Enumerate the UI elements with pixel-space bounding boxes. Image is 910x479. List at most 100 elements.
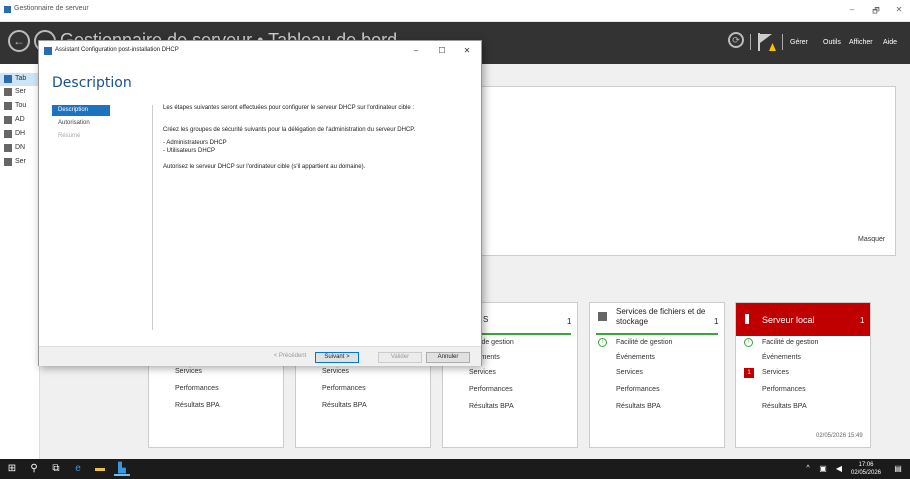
dialog-button-bar: < Précédent Suivant > Valider Annuler xyxy=(39,346,481,366)
notifications-icon[interactable]: ▤ xyxy=(890,462,906,476)
clock-time: 17:06 xyxy=(858,462,874,468)
sidebar-item-dhcp[interactable]: DH xyxy=(0,128,40,141)
tile-row[interactable]: Performances xyxy=(175,385,219,392)
tile-header: Serveur local 1 xyxy=(736,303,870,336)
menu-manage[interactable]: Gérer xyxy=(790,39,808,46)
window-title-bar: Gestionnaire de serveur – 🗗 ✕ xyxy=(0,0,910,22)
tile-count: 1 xyxy=(860,316,865,325)
tile-count: 1 xyxy=(567,317,572,326)
sidebar-item-label: Tou xyxy=(15,102,27,109)
file-explorer-icon[interactable]: ▬ xyxy=(92,462,108,476)
status-ok-icon: ↑ xyxy=(598,338,607,347)
minimize-button[interactable]: – xyxy=(846,5,858,14)
dialog-divider xyxy=(152,105,153,330)
body-line: Créez les groupes de sécurité suivants p… xyxy=(163,127,416,133)
servers-icon xyxy=(4,102,12,110)
dialog-title-bar: Assistant Configuration post-installatio… xyxy=(39,41,481,61)
dashboard-icon xyxy=(4,75,12,83)
ad-icon xyxy=(4,116,12,124)
task-view-icon[interactable]: ⧉ xyxy=(48,462,64,476)
tile-title: S xyxy=(483,315,489,324)
step-description[interactable]: Description xyxy=(52,105,110,116)
start-icon[interactable]: ⊞ xyxy=(4,462,20,476)
server-manager-icon xyxy=(4,6,11,13)
tile-row[interactable]: Services xyxy=(175,368,202,375)
tile-row[interactable]: Services xyxy=(469,369,496,376)
wizard-steps: Description Autorisation Résumé xyxy=(52,105,151,330)
dhcp-icon xyxy=(4,130,12,138)
tile-row[interactable]: Résultats BPA xyxy=(616,403,661,410)
menu-view[interactable]: Afficher xyxy=(849,39,873,46)
edge-icon[interactable]: e xyxy=(70,462,86,476)
welcome-panel xyxy=(480,86,896,256)
tile-row[interactable]: Services xyxy=(762,369,789,376)
server-icon xyxy=(4,88,12,96)
body-line: - Administrateurs DHCP xyxy=(163,140,227,146)
tile-title: Serveur local xyxy=(762,315,815,325)
tile-row[interactable]: Événements xyxy=(616,354,655,361)
file-services-icon xyxy=(598,312,607,321)
taskbar: ⊞ ⚲ ⧉ e ▬ ▙ ^ ▣ ◀ 17:06 02/05/2026 ▤ xyxy=(0,459,910,479)
server-manager-taskbar-icon[interactable]: ▙ xyxy=(114,462,130,476)
tile-row[interactable]: Performances xyxy=(469,386,513,393)
hide-welcome-link[interactable]: Masquer xyxy=(858,236,885,243)
status-ok-icon: ↑ xyxy=(744,338,753,347)
dialog-heading: Description xyxy=(52,75,132,91)
menu-tools[interactable]: Outils xyxy=(823,39,841,46)
sidebar-item-label: Ser xyxy=(15,158,26,165)
tile-row[interactable]: Performances xyxy=(762,386,806,393)
tile-title: Services de fichiers et de stockage xyxy=(616,307,706,326)
volume-icon[interactable]: ◀ xyxy=(831,462,847,476)
step-authorization[interactable]: Autorisation xyxy=(52,118,110,129)
tile-row[interactable]: Événements xyxy=(762,354,801,361)
tile-row[interactable]: Résultats BPA xyxy=(322,402,367,409)
system-clock[interactable]: 17:06 02/05/2026 xyxy=(850,461,882,477)
cancel-button[interactable]: Annuler xyxy=(426,352,470,363)
role-tile-local-server[interactable]: Serveur local 1 ↑ Facilité de gestion Év… xyxy=(735,302,871,448)
window-title: Gestionnaire de serveur xyxy=(14,5,89,12)
tile-row[interactable]: Performances xyxy=(322,385,366,392)
refresh-button[interactable]: ⟳ xyxy=(728,32,744,48)
menu-help[interactable]: Aide xyxy=(883,39,897,46)
close-button[interactable]: ✕ xyxy=(893,5,905,14)
back-button[interactable]: ← xyxy=(8,30,30,52)
sidebar-item-local-server[interactable]: Ser xyxy=(0,86,40,99)
dialog-close-button[interactable]: ✕ xyxy=(461,46,473,55)
clock-date: 02/05/2026 xyxy=(850,470,882,476)
tile-row[interactable]: Résultats BPA xyxy=(762,403,807,410)
dhcp-post-install-dialog: Assistant Configuration post-installatio… xyxy=(38,40,482,366)
file-services-icon xyxy=(4,158,12,166)
header-separator xyxy=(750,34,751,50)
network-icon[interactable]: ▣ xyxy=(815,462,831,476)
tile-row[interactable]: Résultats BPA xyxy=(469,403,514,410)
sidebar-item-label: Ser xyxy=(15,88,26,95)
tile-row[interactable]: Performances xyxy=(616,386,660,393)
dialog-minimize-button[interactable]: – xyxy=(410,46,422,55)
body-line: Autorisez le serveur DHCP sur l'ordinate… xyxy=(163,164,366,170)
body-line: Les étapes suivantes seront effectuées p… xyxy=(163,105,415,111)
validate-button[interactable]: Valider xyxy=(378,352,422,363)
previous-button[interactable]: < Précédent xyxy=(267,352,313,363)
next-button[interactable]: Suivant > xyxy=(315,352,359,363)
tile-row[interactable]: Services xyxy=(616,369,643,376)
sidebar-item-dns[interactable]: DN xyxy=(0,142,40,155)
tile-count: 1 xyxy=(714,317,719,326)
header-separator-2 xyxy=(782,34,783,50)
sidebar-item-file-services[interactable]: Ser xyxy=(0,156,40,169)
maximize-button[interactable]: 🗗 xyxy=(870,5,882,19)
tile-row[interactable]: Résultats BPA xyxy=(175,402,220,409)
tile-row[interactable]: Facilité de gestion xyxy=(762,339,818,346)
notifications-flag-icon[interactable] xyxy=(756,31,778,53)
dialog-maximize-button[interactable]: ☐ xyxy=(436,46,448,55)
role-tile-file-services[interactable]: Services de fichiers et de stockage 1 ↑ … xyxy=(589,302,725,448)
tile-row[interactable]: Facilité de gestion xyxy=(616,339,672,346)
sidebar-item-all-servers[interactable]: Tou xyxy=(0,100,40,113)
sidebar-item-dashboard[interactable]: Tab xyxy=(0,73,40,86)
sidebar-item-ad[interactable]: AD xyxy=(0,114,40,127)
server-icon xyxy=(745,314,749,324)
tray-chevron-icon[interactable]: ^ xyxy=(800,462,816,476)
services-alert-badge: 1 xyxy=(744,368,754,378)
search-icon[interactable]: ⚲ xyxy=(26,462,42,476)
tile-row[interactable]: Services xyxy=(322,368,349,375)
body-line: - Utilisateurs DHCP xyxy=(163,148,216,154)
